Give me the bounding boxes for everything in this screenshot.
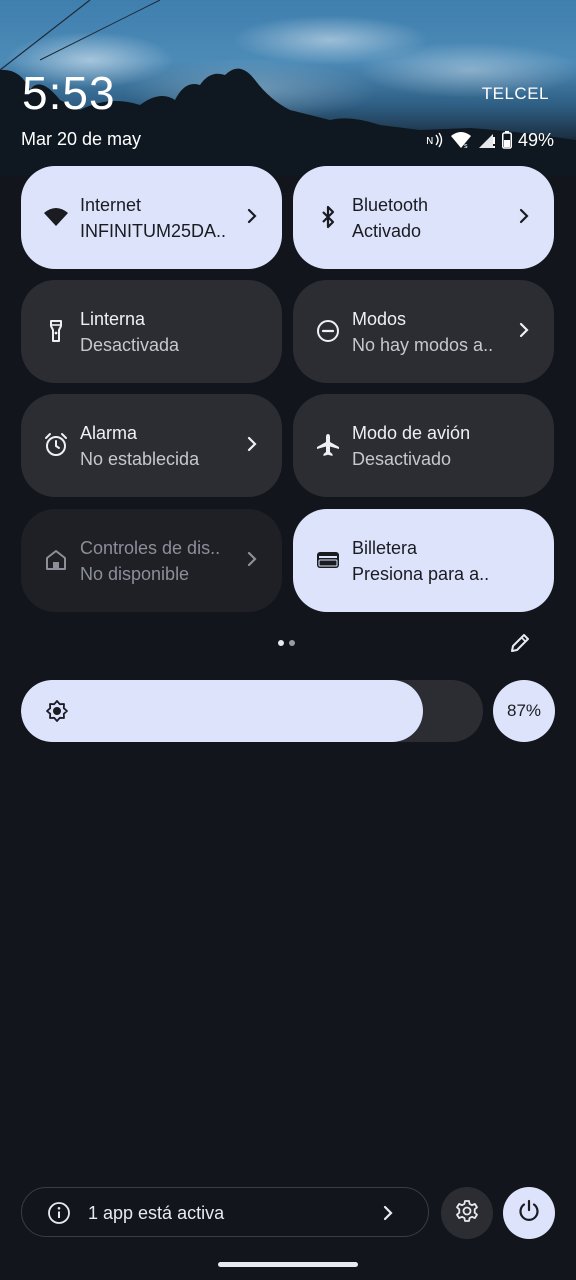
tile-title: Alarma (80, 423, 138, 443)
home-icon (43, 547, 69, 573)
tile-subtitle: INFINITUM25DA.. (80, 221, 227, 241)
tile-subtitle: No hay modos a.. (352, 335, 494, 355)
brightness-fill (21, 680, 423, 742)
svg-text:s: s (464, 142, 468, 149)
flashlight-icon (43, 318, 69, 344)
chevron-right-icon (378, 1203, 398, 1223)
chevron-right-icon (514, 206, 534, 226)
tile-title: Linterna (80, 309, 146, 329)
brightness-percent[interactable]: 87% (493, 680, 555, 742)
active-apps-text: 1 app está activa (88, 1203, 225, 1223)
tile-subtitle: No establecida (80, 449, 200, 469)
tile-flashlight[interactable]: Linterna Desactivada (21, 280, 282, 383)
brightness-icon (45, 699, 69, 723)
carrier-name: TELCEL (481, 84, 549, 103)
clock[interactable]: 5:53 (22, 66, 116, 120)
gesture-navigation-bar[interactable] (218, 1262, 358, 1267)
power-icon (517, 1199, 541, 1228)
page-dot-current (278, 640, 284, 646)
tile-wallet[interactable]: Billetera Presiona para a.. (293, 509, 554, 612)
page-indicator (278, 640, 295, 646)
gear-icon (455, 1199, 479, 1228)
tile-title: Billetera (352, 538, 418, 558)
tile-modes[interactable]: Modos No hay modos a.. (293, 280, 554, 383)
tile-title: Internet (80, 195, 142, 215)
wallet-icon (315, 547, 341, 573)
brightness-slider[interactable] (21, 680, 483, 742)
svg-text:N: N (426, 136, 433, 147)
alarm-icon (43, 432, 69, 458)
tile-bluetooth[interactable]: Bluetooth Activado (293, 166, 554, 269)
do-not-disturb-icon (315, 318, 341, 344)
airplane-icon (315, 432, 341, 458)
bluetooth-icon (315, 204, 341, 230)
tile-title: Modo de avión (352, 423, 471, 443)
tile-subtitle: Desactivada (80, 335, 180, 355)
tile-title: Controles de dis.. (80, 538, 221, 558)
power-button[interactable] (503, 1187, 555, 1239)
info-icon (47, 1201, 71, 1225)
wifi-calling-icon: s (450, 131, 472, 149)
tile-title: Bluetooth (352, 195, 429, 215)
battery-icon (501, 131, 512, 149)
wifi-icon (43, 204, 69, 230)
cell-signal-icon (478, 131, 496, 149)
chevron-right-icon (242, 434, 262, 454)
tile-title: Modos (352, 309, 407, 329)
chevron-right-icon (242, 206, 262, 226)
page-dot (289, 640, 295, 646)
status-bar: 5:53 TELCEL Mar 20 de may N s 49% (0, 0, 576, 170)
chevron-right-icon (242, 549, 262, 569)
tile-subtitle: Activado (352, 221, 422, 241)
tile-subtitle: Desactivado (352, 449, 452, 469)
tile-airplane-mode[interactable]: Modo de avión Desactivado (293, 394, 554, 497)
edit-icon[interactable] (508, 631, 532, 655)
chevron-right-icon (514, 320, 534, 340)
settings-button[interactable] (441, 1187, 493, 1239)
tile-device-controls[interactable]: Controles de dis.. No disponible (21, 509, 282, 612)
nfc-icon: N (426, 132, 444, 148)
tile-alarm[interactable]: Alarma No establecida (21, 394, 282, 497)
tile-subtitle: No disponible (80, 564, 190, 584)
status-icons: N s 49% (426, 128, 554, 152)
battery-percent: 49% (517, 129, 554, 150)
tile-internet[interactable]: Internet INFINITUM25DA.. (21, 166, 282, 269)
tile-subtitle: Presiona para a.. (352, 564, 490, 584)
date[interactable]: Mar 20 de may (21, 129, 141, 150)
active-apps-button[interactable]: 1 app está activa (21, 1187, 429, 1237)
